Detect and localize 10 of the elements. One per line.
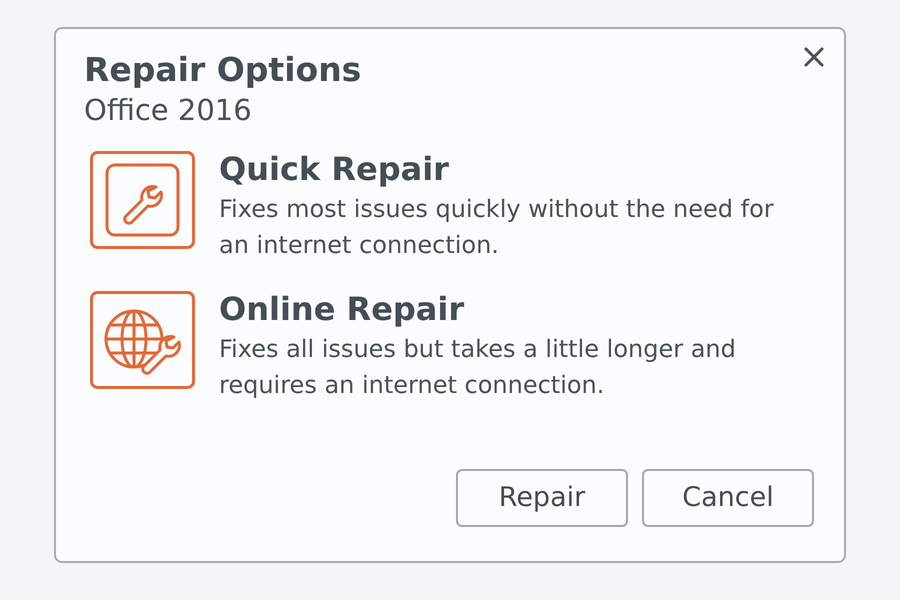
dialog-subtitle: Office 2016 — [84, 92, 252, 129]
cancel-button[interactable]: Cancel — [642, 469, 814, 527]
option-title[interactable]: Quick Repair — [219, 149, 449, 189]
option-description: Fixes most issues quickly without the need for an internet connection. — [219, 194, 775, 261]
dialog-title: Repair Options — [84, 49, 362, 91]
option-description: Fixes all issues but takes a little longer and requires an internet connection. — [219, 334, 737, 401]
wrench-icon — [90, 151, 195, 249]
globe-wrench-icon — [90, 291, 195, 389]
repair-button[interactable]: Repair — [456, 469, 628, 527]
option-title[interactable]: Online Repair — [219, 289, 464, 329]
